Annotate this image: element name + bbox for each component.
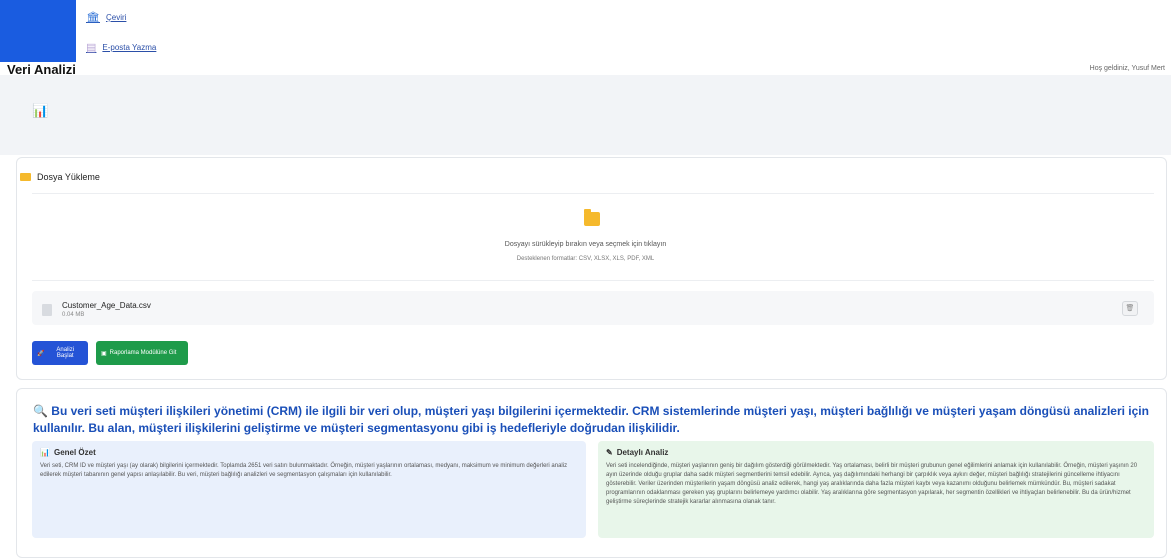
folder-icon — [584, 209, 600, 226]
chart-icon: 📊 — [40, 448, 50, 457]
upload-heading: Dosya Yükleme — [20, 172, 100, 182]
file-name: Customer_Age_Data.csv — [62, 301, 151, 310]
remove-file-button[interactable]: 🗑 — [1122, 301, 1138, 316]
file-size: 0.04 MB — [62, 312, 85, 318]
nav-item-e-posta[interactable]: ▤ E-posta Yazma — [86, 41, 156, 54]
uploaded-file-row — [32, 291, 1154, 325]
upload-heading-label: Dosya Yükleme — [37, 172, 100, 182]
start-analysis-label: Analizi Başlat — [56, 347, 75, 359]
pencil-icon: ✎ — [606, 448, 613, 457]
summary-card: 📊 Genel Özet Veri seti, CRM ID ve müşter… — [32, 441, 586, 538]
nav-item-ceviri[interactable]: 🏛 Çeviri — [86, 11, 126, 24]
chart-icon: 📊 — [32, 103, 49, 118]
bank-icon: 🏛 — [86, 12, 100, 24]
summary-card-title: 📊 Genel Özet — [40, 448, 578, 457]
document-icon: ▤ — [86, 42, 97, 54]
magnifier-icon: 🔍 — [33, 404, 48, 418]
analysis-result-heading-text: Bu veri seti müşteri ilişkileri yönetimi… — [33, 404, 1149, 435]
hero-banner — [0, 75, 1171, 155]
rocket-icon: 🚀 — [37, 350, 45, 357]
file-dropzone[interactable] — [32, 193, 1154, 281]
folder-icon — [20, 173, 31, 181]
summary-title-label: Genel Özet — [53, 448, 96, 457]
file-icon — [42, 304, 52, 316]
welcome-text: Hoş geldiniz, Yusuf Mert — [1089, 65, 1165, 72]
supported-formats: Desteklenen formatlar: CSV, XLSX, XLS, P… — [516, 256, 655, 262]
detail-card: ✎ Detaylı Analiz Veri seti incelendiğind… — [598, 441, 1154, 538]
go-to-reporting-label: Raporlama Modülüne Git — [109, 350, 177, 356]
top-bar: 🏛 Çeviri ▤ E-posta Yazma — [0, 0, 1171, 62]
app-logo[interactable] — [0, 0, 76, 62]
nav-item-label: Çeviri — [105, 13, 127, 22]
go-to-reporting-button[interactable]: ▣ Raporlama Modülüne Git — [96, 341, 188, 365]
report-icon: ▣ — [101, 350, 107, 357]
trash-icon: 🗑 — [1125, 305, 1135, 312]
detail-title-label: Detaylı Analiz — [616, 448, 669, 457]
analysis-result-heading: 🔍 Bu veri seti müşteri ilişkileri yöneti… — [33, 403, 1153, 437]
summary-text: Veri seti, CRM ID ve müşteri yaşı (ay ol… — [40, 463, 568, 478]
nav-item-label: E-posta Yazma — [102, 43, 157, 52]
start-analysis-button[interactable]: 🚀 Analizi Başlat — [32, 341, 88, 365]
detail-text: Veri seti incelendiğinde, müşteri yaşlar… — [606, 463, 1138, 505]
detail-card-title: ✎ Detaylı Analiz — [606, 448, 1146, 457]
dropzone-instruction: Dosyayı sürükleyip bırakın veya seçmek i… — [504, 241, 667, 248]
